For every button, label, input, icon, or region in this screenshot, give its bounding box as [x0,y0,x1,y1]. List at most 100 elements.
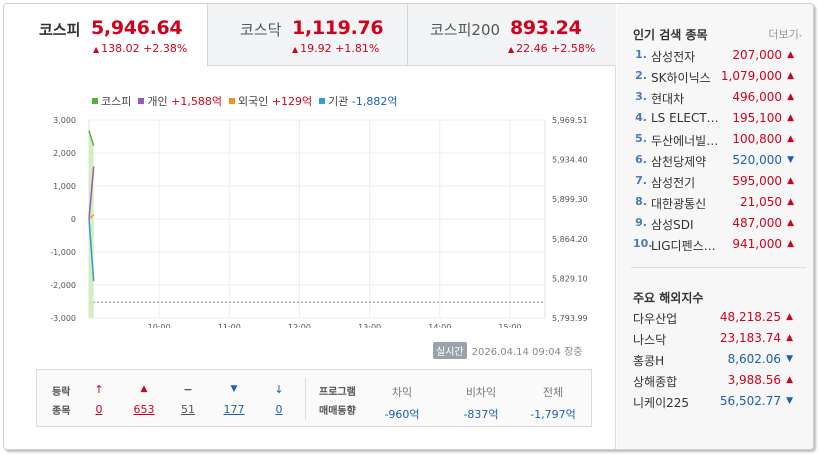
market-breadth-box: 등락 종목 ↑ 0 ▲ 653 − 51 ▼ 177 ↓ 0 프로그램 매매동향… [36,369,592,427]
up-triangle-icon: ▲ [508,45,515,54]
stock-name[interactable]: 현대차 [651,90,729,107]
popular-item[interactable]: 7. 삼성전기 595,000 ▲ [631,174,806,195]
tab-kospi[interactable]: 코스피 5,946.64 ▲ 138.02 +2.38% [4,4,207,66]
stock-price: 21,050 [740,195,782,209]
up-triangle-icon: ▲ [786,312,793,322]
up-triangle-icon: ▲ [786,333,793,343]
stock-price: 520,000 [732,153,782,167]
tab-kospi200[interactable]: 코스피200 893.24 ▲ 22.46 +2.58% [407,4,616,66]
popular-item[interactable]: 5. 두산에너빌… 100,800 ▲ [631,132,806,153]
stock-name[interactable]: 삼성SDI [651,216,729,233]
chart-svg: 3,000 2,000 1,000 0 -1,000 -2,000 -3,000 5,969.… [50,116,588,332]
stock-price: 941,000 [732,237,782,251]
index-price: 23,183.74 [719,331,781,345]
y-right-tick-label: 5,864.20 [552,235,588,244]
stock-name[interactable]: 삼천당제약 [651,153,729,170]
stock-name[interactable]: 대한광통신 [651,195,729,212]
legend-item-kospi[interactable]: 코스피 [92,93,131,109]
down-triangle-icon: ▼ [786,396,793,406]
popular-item[interactable]: 8. 대한광통신 21,050 ▲ [631,195,806,216]
chevron-right-icon: › [798,31,802,40]
breadth-count[interactable]: 51 [177,403,199,416]
breadth-fall[interactable]: ▼ 177 [220,382,248,416]
breadth-count[interactable]: 0 [89,403,109,416]
up-triangle-icon: ▲ [787,176,794,186]
down-triangle-icon: ▼ [786,354,793,364]
main-panel: 코스피 5,946.64 ▲ 138.02 +2.38% 코스닥 1,119.76… [4,4,616,449]
popular-item[interactable]: 3. 현대차 496,000 ▲ [631,90,806,111]
stock-name[interactable]: SK하이닉스 [651,69,729,86]
rank-number: 2. [635,69,647,82]
index-name[interactable]: 니케이225 [633,394,689,411]
overseas-item[interactable]: 홍콩H 8,602.06 ▼ [633,352,803,373]
legend-item-foreign[interactable]: 외국인 +129억 [228,93,312,109]
tab-name: 코스피200 [430,21,501,39]
intraday-chart: 3,000 2,000 1,000 0 -1,000 -2,000 -3,000 5,969.… [4,108,616,332]
breadth-upper-limit[interactable]: ↑ 0 [89,382,109,416]
tab-change: ▲ 22.46 +2.58% [508,42,596,55]
timestamp-row: 실시간 2026.04.14 09:04 장중 [433,342,582,359]
index-name[interactable]: 나스닥 [633,331,666,348]
popular-item[interactable]: 4. LS ELECT… 195,100 ▲ [631,111,806,132]
popular-item[interactable]: 6. 삼천당제약 520,000 ▼ [631,153,806,174]
upper-limit-arrow-icon: ↑ [94,383,104,396]
market-widget: 코스피 5,946.64 ▲ 138.02 +2.38% 코스닥 1,119.76… [3,3,814,450]
index-name[interactable]: 다우산업 [633,310,677,327]
y-left-tick-label: 3,000 [53,116,76,125]
rank-number: 6. [635,153,647,166]
tab-name: 코스닥 [240,21,282,39]
legend-swatch [319,98,326,104]
rank-number: 8. [635,195,647,208]
more-link[interactable]: 더보기› [768,26,802,42]
market-status: 장중 [564,347,583,358]
popular-item[interactable]: 1. 삼성전자 207,000 ▲ [631,48,806,69]
x-tick-label: 14:00 [428,323,451,328]
stock-name[interactable]: LS ELECT… [651,111,729,125]
legend-item-individual[interactable]: 개인 +1,588억 [138,93,222,109]
index-price: 3,988.56 [727,373,781,387]
y-right-tick-label: 5,934.40 [552,156,588,165]
sidebar-divider [631,267,806,268]
breadth-lower-limit[interactable]: ↓ 0 [269,382,289,416]
tab-change: ▲ 19.92 +1.81% [292,42,380,55]
overseas-item[interactable]: 나스닥 23,183.74 ▲ [633,331,803,352]
box-divider [305,378,306,420]
stock-name[interactable]: 삼성전자 [651,48,729,65]
realtime-badge: 실시간 [433,342,467,359]
index-name[interactable]: 홍콩H [633,352,664,369]
tab-kosdaq[interactable]: 코스닥 1,119.76 ▲ 19.92 +1.81% [207,4,407,66]
overseas-item[interactable]: 상해종합 3,988.56 ▲ [633,373,803,394]
breadth-count[interactable]: 653 [130,403,158,416]
popular-title: 인기 검색 종목 [633,28,708,42]
popular-item[interactable]: 2. SK하이닉스 1,079,000 ▲ [631,69,806,90]
legend-swatch [138,98,145,104]
up-triangle-icon: ▲ [787,239,794,249]
stock-name[interactable]: 두산에너빌… [651,132,729,149]
up-triangle-icon: ▲ [787,134,794,144]
breadth-count[interactable]: 0 [269,403,289,416]
breadth-rise[interactable]: ▲ 653 [130,382,158,416]
stock-name[interactable]: LIG디펜스… [651,237,729,254]
overseas-item[interactable]: 니케이225 56,502.77 ▼ [633,394,803,415]
sidebar: 인기 검색 종목 더보기› 1. 삼성전자 207,000 ▲ 2. SK하이닉스 1,07… [617,4,813,449]
index-tabs: 코스피 5,946.64 ▲ 138.02 +2.38% 코스닥 1,119.76… [4,4,616,66]
overseas-item[interactable]: 다우산업 48,218.25 ▲ [633,310,803,331]
y-right-tick-label: 5,899.30 [552,195,588,204]
popular-item[interactable]: 10. LIG디펜스… 941,000 ▲ [631,237,806,258]
up-triangle-icon: ▲ [787,113,794,123]
index-name[interactable]: 상해종합 [633,373,677,390]
tab-value: 893.24 [510,17,582,39]
legend-swatch [92,98,98,104]
index-price: 56,502.77 [719,394,781,408]
up-triangle-icon: ▲ [787,50,794,60]
breadth-unchanged[interactable]: − 51 [177,382,199,416]
stock-name[interactable]: 삼성전기 [651,174,729,191]
breadth-count[interactable]: 177 [220,403,248,416]
legend-item-institution[interactable]: 기관 -1,882억 [319,93,398,109]
rank-number: 3. [635,90,647,103]
up-triangle-icon: ▲ [787,71,794,81]
stock-price: 195,100 [732,111,782,125]
up-triangle-icon: ▲ [140,384,148,394]
popular-item[interactable]: 9. 삼성SDI 487,000 ▲ [631,216,806,237]
y-right-tick-label: 5,793.99 [552,314,588,323]
